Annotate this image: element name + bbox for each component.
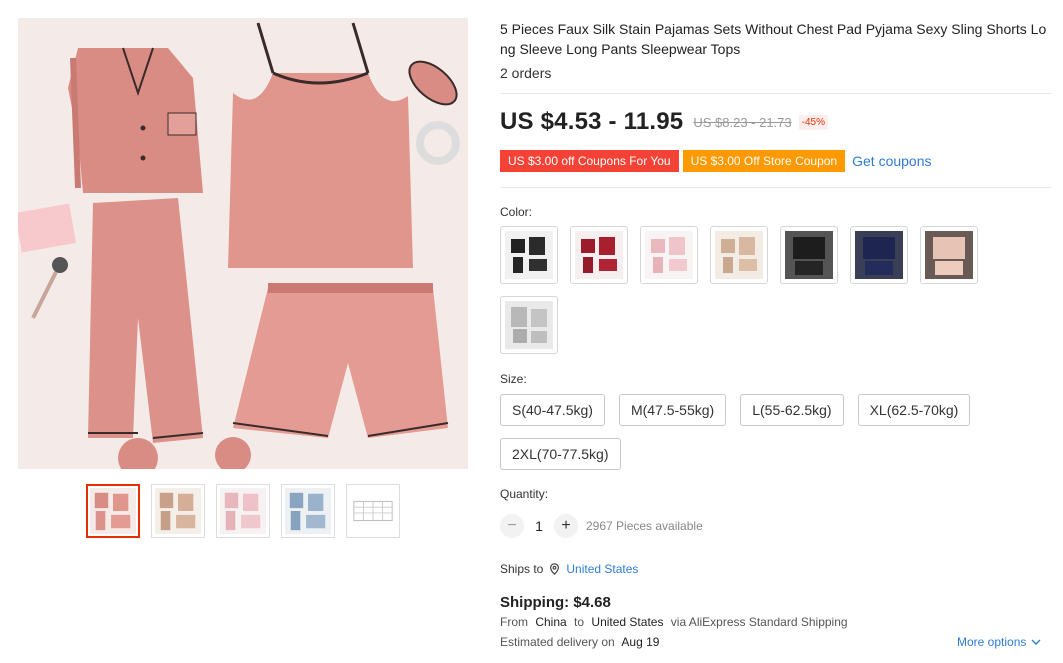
delivery-prefix: Estimated delivery on (500, 635, 615, 649)
main-product-image[interactable] (18, 18, 468, 469)
estimated-delivery: Estimated delivery on Aug 19 (500, 635, 659, 649)
size-options: S(40-47.5kg) M(47.5-55kg) L(55-62.5kg) X… (500, 394, 1020, 482)
current-price: US $4.53 - 11.95 (500, 108, 684, 135)
order-count: 2 orders (500, 65, 552, 81)
coupon-for-you[interactable]: US $3.00 off Coupons For You (500, 150, 679, 172)
stock-available: 2967 Pieces available (586, 519, 703, 533)
color-swatch-silver-gray[interactable] (500, 296, 558, 354)
size-option-2xl[interactable]: 2XL(70-77.5kg) (500, 438, 621, 470)
chevron-down-icon (1031, 639, 1041, 645)
origin-country: China (535, 615, 567, 629)
to-prefix: to (574, 615, 585, 629)
price-row: US $4.53 - 11.95 US $8.23 - 21.73 -45% (500, 108, 828, 136)
thumbnail-size-chart[interactable] (346, 484, 400, 538)
size-option-xl[interactable]: XL(62.5-70kg) (857, 394, 971, 426)
store-coupon[interactable]: US $3.00 Off Store Coupon (682, 150, 846, 172)
ships-to: Ships to United States (500, 562, 638, 576)
ships-to-country[interactable]: United States (566, 562, 638, 576)
thumbnail-blue-set[interactable] (281, 484, 335, 538)
color-label: Color: (500, 205, 533, 219)
thumbnail-champagne-set[interactable] (151, 484, 205, 538)
more-options-link[interactable]: More options (957, 635, 1041, 649)
thumbnail-light-pink-set[interactable] (216, 484, 270, 538)
shipping-route: From China to United States via AliExpre… (500, 615, 848, 629)
color-swatch-light-pink[interactable] (640, 226, 698, 284)
from-prefix: From (500, 615, 528, 629)
divider (500, 93, 1052, 94)
size-option-m[interactable]: M(47.5-55kg) (618, 394, 727, 426)
size-option-s[interactable]: S(40-47.5kg) (500, 394, 605, 426)
color-swatch-champagne[interactable] (710, 226, 768, 284)
quantity-value[interactable]: 1 (524, 518, 554, 534)
color-swatch-navy-lace[interactable] (850, 226, 908, 284)
color-swatch-black-lace[interactable] (780, 226, 838, 284)
quantity-label: Quantity: (500, 487, 549, 501)
get-coupons-link[interactable]: Get coupons (852, 153, 931, 169)
color-swatches (500, 226, 1000, 366)
divider (500, 187, 1052, 188)
quantity-stepper: − 1 + 2967 Pieces available (500, 514, 703, 538)
plus-icon[interactable]: + (554, 514, 578, 538)
thumbnail-pink-set[interactable] (86, 484, 140, 538)
size-option-l[interactable]: L(55-62.5kg) (740, 394, 844, 426)
more-options-label: More options (957, 635, 1027, 649)
minus-icon[interactable]: − (500, 514, 524, 538)
product-title: 5 Pieces Faux Silk Stain Pajamas Sets Wi… (500, 21, 1047, 57)
delivery-date: Aug 19 (621, 635, 660, 649)
color-swatch-wine-red[interactable] (570, 226, 628, 284)
thumbnail-strip (86, 484, 400, 538)
pajama-set-illustration (18, 18, 468, 469)
ships-to-label: Ships to (500, 562, 544, 576)
color-swatch-black[interactable] (500, 226, 558, 284)
shipping-cost: Shipping: $4.68 (500, 594, 611, 611)
color-swatch-nude-lace[interactable] (920, 226, 978, 284)
shipping-method: via AliExpress Standard Shipping (670, 615, 848, 629)
location-pin-icon (550, 563, 560, 575)
coupon-row: US $3.00 off Coupons For You US $3.00 Of… (500, 150, 932, 172)
size-label: Size: (500, 372, 527, 386)
destination-country: United States (591, 615, 664, 629)
discount-badge: -45% (798, 114, 828, 130)
original-price: US $8.23 - 21.73 (693, 114, 792, 130)
